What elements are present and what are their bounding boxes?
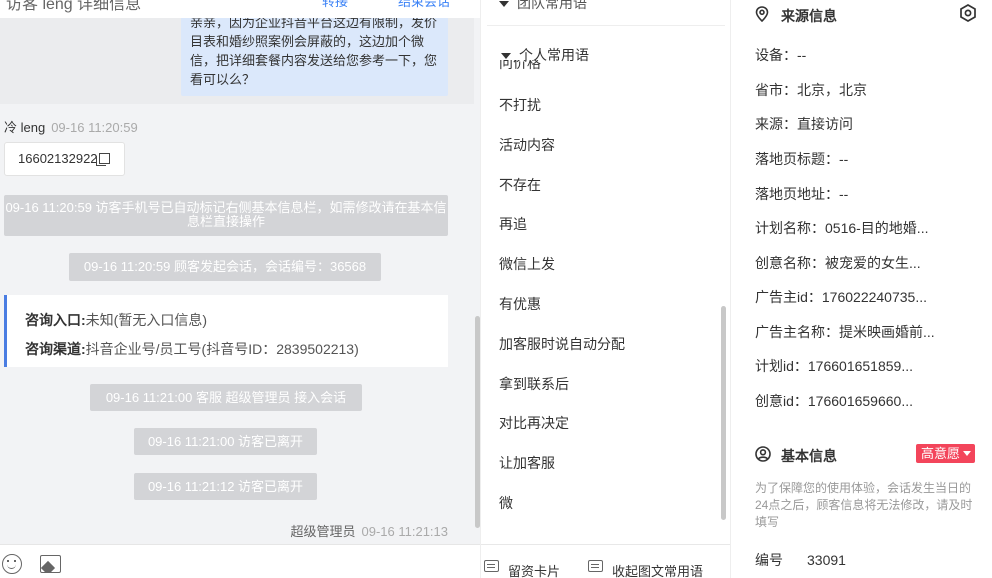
info-source: 来源：直接访问 [755, 116, 853, 132]
source-info-header: 来源信息 [755, 6, 837, 26]
chat-panel: 亲亲，因为企业抖音平台这边有限制，发价目表和婚纱照案例会屏蔽的，这边加个微信，把… [0, 0, 480, 578]
phrase-item[interactable]: 微信上发 [499, 254, 555, 274]
info-plan-name: 计划名称：0516-目的地婚... [755, 220, 929, 236]
system-message: 09-16 11:20:59 顾客发起会话，会话编号：36568 [69, 253, 381, 281]
info-plan-id: 计划id：176601651859... [755, 358, 913, 374]
system-message: 09-16 11:21:00 客服 超级管理员 接入会话 [90, 384, 362, 411]
basic-info-header: 基本信息 [755, 446, 837, 466]
visitor-sender: 冷 leng 09-16 11:20:59 [4, 117, 138, 136]
info-advertiser-name: 广告主名称：提米映画婚前... [755, 324, 935, 340]
info-region: 省市：北京，北京 [755, 82, 867, 98]
info-landing-title: 落地页标题：-- [755, 151, 849, 167]
consult-channel: 咨询渠道:抖音企业号/员工号(抖音号ID：2839502213) [25, 335, 448, 364]
edit-notice: 为了保障您的使用体验，会话发生当日的24点之后，顾客信息将无法修改，请及时填写 [755, 481, 973, 529]
workspace: 亲亲，因为企业抖音平台这边有限制，发价目表和婚纱照案例会屏蔽的，这边加个微信，把… [0, 0, 992, 578]
card-icon [484, 560, 499, 572]
agent-name: 超级管理员 [290, 524, 356, 539]
expand-icon [501, 53, 511, 59]
info-device: 设备：-- [755, 47, 807, 63]
info-advertiser-id: 广告主id：176022240735... [755, 289, 927, 305]
system-message: 09-16 11:20:59 访客手机号已自动标记右侧基本信息栏，如需修改请在基… [4, 195, 448, 236]
code-label: 编号 [755, 552, 783, 568]
visitor-time: 09-16 11:20:59 [51, 120, 138, 135]
info-landing-url: 落地页地址：-- [755, 186, 849, 202]
image-icon[interactable] [40, 555, 61, 573]
consult-card: 咨询入口:未知(暂无入口信息) 咨询渠道:抖音企业号/员工号(抖音号ID：283… [4, 295, 448, 367]
info-creative-name: 创意名称：被宠爱的女生... [755, 255, 921, 271]
phone-message: 16602132922 [4, 142, 125, 176]
intent-badge[interactable]: 高意愿 [916, 444, 976, 463]
location-icon [755, 6, 769, 22]
phrase-item[interactable]: 不打扰 [499, 95, 541, 115]
phrase-item[interactable]: 让加客服 [499, 453, 555, 473]
phrase-item[interactable]: 微 [499, 493, 513, 513]
consult-entry-label: 咨询入口: [25, 312, 86, 328]
chat-header: 访客 leng 详细信息 转接 结束会话 [0, 0, 480, 18]
copy-icon[interactable] [95, 153, 110, 166]
phrase-item[interactable]: 活动内容 [499, 135, 555, 155]
visitor-name: 冷 leng [4, 120, 46, 135]
info-panel: 来源信息 设备：-- 省市：北京，北京 来源：直接访问 落地页标题：-- 落地页… [730, 0, 992, 578]
phrase-item[interactable]: 拿到联系后 [499, 374, 569, 394]
consult-entry: 咨询入口:未知(暂无入口信息) [25, 306, 448, 335]
consult-entry-value: 未知(暂无入口信息) [85, 312, 207, 328]
team-phrases-label: 团队常用语 [517, 0, 587, 11]
user-icon [755, 446, 771, 462]
phrase-item[interactable]: 不存在 [499, 175, 541, 195]
collapse-phrases-button[interactable]: 收起图文常用语 [612, 561, 703, 578]
team-phrases-header[interactable]: 团队常用语 [499, 0, 587, 13]
system-message: 09-16 11:21:12 访客已离开 [134, 473, 317, 500]
consult-channel-value: 抖音企业号/员工号(抖音号ID：2839502213) [85, 341, 359, 357]
chat-title: 访客 leng 详细信息 [6, 0, 142, 13]
divider [487, 25, 725, 26]
consult-channel-label: 咨询渠道: [25, 341, 86, 357]
phrase-item[interactable]: 对比再决定 [499, 413, 569, 433]
agent-message-bubble: 亲亲，因为企业抖音平台这边有限制，发价目表和婚纱照案例会屏蔽的，这边加个微信，把… [181, 6, 448, 96]
collapse-icon [499, 1, 509, 7]
end-session-button[interactable]: 结束会话 [398, 0, 450, 10]
phrase-toolbar: 留资卡片 收起图文常用语 [481, 544, 731, 578]
dropdown-icon [963, 451, 972, 456]
phrase-item[interactable]: 加客服时说自动分配 [499, 334, 625, 354]
agent-time: 09-16 11:21:13 [361, 524, 449, 539]
phrase-scrollbar[interactable] [721, 306, 726, 520]
intent-badge-label: 高意愿 [921, 446, 961, 461]
lead-card-button[interactable]: 留资卡片 [508, 561, 560, 578]
phrase-item[interactable]: 问价格 [499, 60, 541, 72]
customer-code: 编号 33091 [755, 550, 846, 570]
transfer-button[interactable]: 转接 [322, 0, 348, 10]
phone-number: 16602132922 [18, 151, 98, 166]
agent-sender: 超级管理员 09-16 11:21:13 [290, 521, 448, 540]
source-info-title: 来源信息 [781, 8, 837, 24]
code-value: 33091 [807, 552, 846, 568]
info-creative-id: 创意id：176601659660... [755, 393, 913, 409]
phrase-panel: 团队常用语 个人常用语 问价格 不打扰 活动内容 不存在 再追 微信上发 有优惠… [480, 0, 731, 578]
settings-icon[interactable] [959, 4, 977, 22]
basic-info-title: 基本信息 [781, 448, 837, 464]
phrase-item[interactable]: 再追 [499, 214, 527, 234]
chat-toolbar [0, 544, 480, 578]
system-message: 09-16 11:21:00 访客已离开 [134, 428, 317, 455]
collapse-phrases-icon [588, 560, 603, 572]
phrase-item[interactable]: 有优惠 [499, 294, 541, 314]
emoji-icon[interactable] [2, 554, 22, 574]
